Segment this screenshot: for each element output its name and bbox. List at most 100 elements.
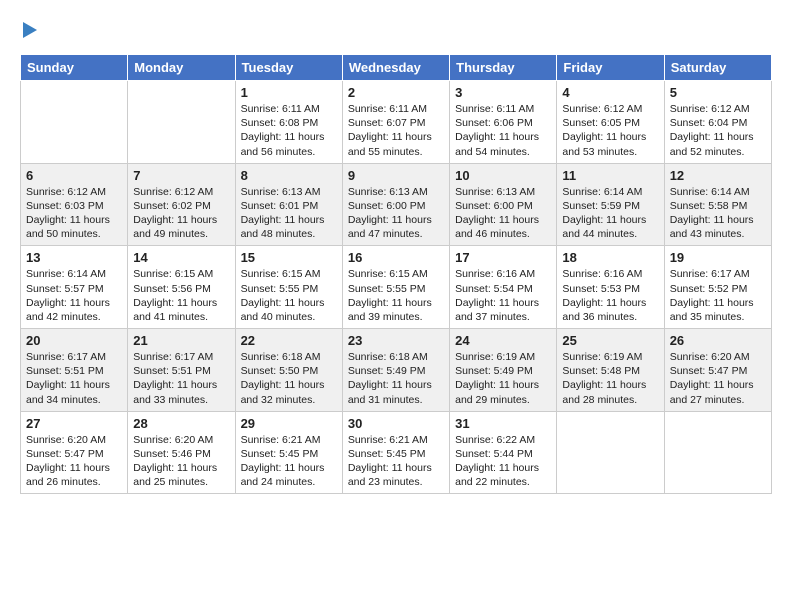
calendar-cell: 29Sunrise: 6:21 AMSunset: 5:45 PMDayligh…: [235, 411, 342, 494]
day-info: Sunrise: 6:14 AMSunset: 5:58 PMDaylight:…: [670, 185, 766, 242]
calendar-cell: 9 Sunrise: 6:13 AMSunset: 6:00 PMDaylight…: [342, 163, 449, 246]
day-number: 21: [133, 333, 229, 348]
calendar-cell: 2Sunrise: 6:11 AMSunset: 6:07 PMDaylight…: [342, 81, 449, 164]
calendar-cell: 22Sunrise: 6:18 AMSunset: 5:50 PMDayligh…: [235, 329, 342, 412]
day-number: 8: [241, 168, 337, 183]
calendar-week-row: 20 Sunrise: 6:17 AMSunset: 5:51 PMDayligh…: [21, 329, 772, 412]
day-number: 18: [562, 250, 658, 265]
day-info: Sunrise: 6:12 AMSunset: 6:04 PMDaylight:…: [670, 102, 766, 159]
calendar-cell: 12 Sunrise: 6:14 AMSunset: 5:58 PMDayligh…: [664, 163, 771, 246]
day-number: 4: [562, 85, 658, 100]
calendar-cell: 5 Sunrise: 6:12 AMSunset: 6:04 PMDaylight…: [664, 81, 771, 164]
day-number: 24: [455, 333, 551, 348]
calendar-week-row: 6 Sunrise: 6:12 AMSunset: 6:03 PMDaylight…: [21, 163, 772, 246]
calendar-cell: [557, 411, 664, 494]
day-info: Sunrise: 6:11 AMSunset: 6:08 PMDaylight:…: [241, 102, 337, 159]
weekday-header-cell: Friday: [557, 55, 664, 81]
calendar-cell: 27 Sunrise: 6:20 AMSunset: 5:47 PMDayligh…: [21, 411, 128, 494]
day-number: 13: [26, 250, 122, 265]
calendar-cell: 10 Sunrise: 6:13 AMSunset: 6:00 PMDayligh…: [450, 163, 557, 246]
day-number: 2: [348, 85, 444, 100]
day-number: 14: [133, 250, 229, 265]
calendar-body: 1 Sunrise: 6:11 AMSunset: 6:08 PMDaylight…: [21, 81, 772, 494]
day-number: 25: [562, 333, 658, 348]
day-number: 12: [670, 168, 766, 183]
day-info: Sunrise: 6:16 AMSunset: 5:54 PMDaylight:…: [455, 267, 551, 324]
day-number: 17: [455, 250, 551, 265]
calendar-cell: 16Sunrise: 6:15 AMSunset: 5:55 PMDayligh…: [342, 246, 449, 329]
calendar-cell: 6 Sunrise: 6:12 AMSunset: 6:03 PMDaylight…: [21, 163, 128, 246]
calendar-cell: 8 Sunrise: 6:13 AMSunset: 6:01 PMDaylight…: [235, 163, 342, 246]
day-info: Sunrise: 6:15 AMSunset: 5:56 PMDaylight:…: [133, 267, 229, 324]
day-info: Sunrise: 6:13 AMSunset: 6:00 PMDaylight:…: [455, 185, 551, 242]
day-info: Sunrise: 6:17 AMSunset: 5:51 PMDaylight:…: [133, 350, 229, 407]
day-info: Sunrise: 6:20 AMSunset: 5:47 PMDaylight:…: [670, 350, 766, 407]
calendar-cell: 17 Sunrise: 6:16 AMSunset: 5:54 PMDayligh…: [450, 246, 557, 329]
day-number: 6: [26, 168, 122, 183]
day-info: Sunrise: 6:20 AMSunset: 5:47 PMDaylight:…: [26, 433, 122, 490]
logo-arrow-icon: [23, 22, 37, 38]
day-info: Sunrise: 6:12 AMSunset: 6:03 PMDaylight:…: [26, 185, 122, 242]
day-number: 28: [133, 416, 229, 431]
calendar-cell: 13 Sunrise: 6:14 AMSunset: 5:57 PMDayligh…: [21, 246, 128, 329]
calendar-cell: 26 Sunrise: 6:20 AMSunset: 5:47 PMDayligh…: [664, 329, 771, 412]
calendar-cell: [21, 81, 128, 164]
day-info: Sunrise: 6:11 AMSunset: 6:06 PMDaylight:…: [455, 102, 551, 159]
day-info: Sunrise: 6:12 AMSunset: 6:02 PMDaylight:…: [133, 185, 229, 242]
weekday-header-cell: Monday: [128, 55, 235, 81]
day-info: Sunrise: 6:14 AMSunset: 5:57 PMDaylight:…: [26, 267, 122, 324]
day-number: 23: [348, 333, 444, 348]
day-info: Sunrise: 6:21 AMSunset: 5:45 PMDaylight:…: [348, 433, 444, 490]
day-number: 3: [455, 85, 551, 100]
day-number: 20: [26, 333, 122, 348]
calendar-cell: 31 Sunrise: 6:22 AMSunset: 5:44 PMDayligh…: [450, 411, 557, 494]
day-info: Sunrise: 6:18 AMSunset: 5:50 PMDaylight:…: [241, 350, 337, 407]
calendar-cell: 23 Sunrise: 6:18 AMSunset: 5:49 PMDayligh…: [342, 329, 449, 412]
day-info: Sunrise: 6:17 AMSunset: 5:52 PMDaylight:…: [670, 267, 766, 324]
day-number: 30: [348, 416, 444, 431]
day-number: 15: [241, 250, 337, 265]
day-info: Sunrise: 6:16 AMSunset: 5:53 PMDaylight:…: [562, 267, 658, 324]
calendar-cell: 15Sunrise: 6:15 AMSunset: 5:55 PMDayligh…: [235, 246, 342, 329]
calendar-cell: 14 Sunrise: 6:15 AMSunset: 5:56 PMDayligh…: [128, 246, 235, 329]
calendar-week-row: 13 Sunrise: 6:14 AMSunset: 5:57 PMDayligh…: [21, 246, 772, 329]
weekday-header-row: SundayMondayTuesdayWednesdayThursdayFrid…: [21, 55, 772, 81]
day-info: Sunrise: 6:22 AMSunset: 5:44 PMDaylight:…: [455, 433, 551, 490]
day-info: Sunrise: 6:19 AMSunset: 5:49 PMDaylight:…: [455, 350, 551, 407]
day-number: 26: [670, 333, 766, 348]
day-info: Sunrise: 6:13 AMSunset: 6:00 PMDaylight:…: [348, 185, 444, 242]
calendar-cell: 30 Sunrise: 6:21 AMSunset: 5:45 PMDayligh…: [342, 411, 449, 494]
day-info: Sunrise: 6:21 AMSunset: 5:45 PMDaylight:…: [241, 433, 337, 490]
calendar-cell: 18 Sunrise: 6:16 AMSunset: 5:53 PMDayligh…: [557, 246, 664, 329]
day-info: Sunrise: 6:12 AMSunset: 6:05 PMDaylight:…: [562, 102, 658, 159]
calendar-cell: [664, 411, 771, 494]
weekday-header-cell: Thursday: [450, 55, 557, 81]
day-info: Sunrise: 6:18 AMSunset: 5:49 PMDaylight:…: [348, 350, 444, 407]
calendar-cell: 20 Sunrise: 6:17 AMSunset: 5:51 PMDayligh…: [21, 329, 128, 412]
calendar-table: SundayMondayTuesdayWednesdayThursdayFrid…: [20, 54, 772, 494]
day-info: Sunrise: 6:15 AMSunset: 5:55 PMDaylight:…: [348, 267, 444, 324]
day-number: 11: [562, 168, 658, 183]
day-info: Sunrise: 6:13 AMSunset: 6:01 PMDaylight:…: [241, 185, 337, 242]
logo: [20, 20, 37, 38]
day-number: 1: [241, 85, 337, 100]
day-number: 10: [455, 168, 551, 183]
calendar-cell: 24 Sunrise: 6:19 AMSunset: 5:49 PMDayligh…: [450, 329, 557, 412]
day-number: 5: [670, 85, 766, 100]
page-header: [20, 20, 772, 38]
calendar-week-row: 1 Sunrise: 6:11 AMSunset: 6:08 PMDaylight…: [21, 81, 772, 164]
calendar-cell: 4 Sunrise: 6:12 AMSunset: 6:05 PMDaylight…: [557, 81, 664, 164]
day-number: 9: [348, 168, 444, 183]
day-number: 31: [455, 416, 551, 431]
day-info: Sunrise: 6:19 AMSunset: 5:48 PMDaylight:…: [562, 350, 658, 407]
calendar-cell: 28Sunrise: 6:20 AMSunset: 5:46 PMDayligh…: [128, 411, 235, 494]
calendar-week-row: 27 Sunrise: 6:20 AMSunset: 5:47 PMDayligh…: [21, 411, 772, 494]
calendar-cell: 7Sunrise: 6:12 AMSunset: 6:02 PMDaylight…: [128, 163, 235, 246]
weekday-header-cell: Sunday: [21, 55, 128, 81]
day-number: 27: [26, 416, 122, 431]
calendar-cell: 1 Sunrise: 6:11 AMSunset: 6:08 PMDaylight…: [235, 81, 342, 164]
calendar-cell: 25 Sunrise: 6:19 AMSunset: 5:48 PMDayligh…: [557, 329, 664, 412]
weekday-header-cell: Wednesday: [342, 55, 449, 81]
calendar-cell: 19Sunrise: 6:17 AMSunset: 5:52 PMDayligh…: [664, 246, 771, 329]
day-info: Sunrise: 6:17 AMSunset: 5:51 PMDaylight:…: [26, 350, 122, 407]
